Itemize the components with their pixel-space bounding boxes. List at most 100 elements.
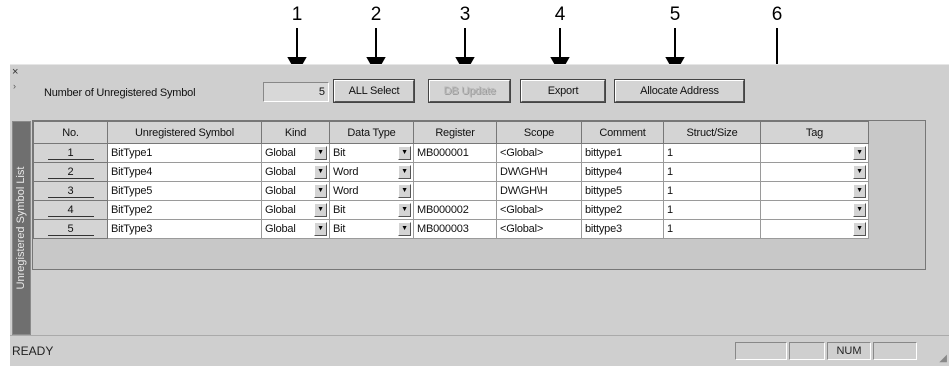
row-filler xyxy=(868,181,925,201)
table-row[interactable]: 4 BitType2 Global ▼ Bit ▼ MB000002 <Global… xyxy=(33,200,925,220)
kind-cell[interactable]: Global ▼ xyxy=(261,143,330,163)
dropdown-arrow-icon[interactable]: ▼ xyxy=(398,184,411,198)
data-type-cell[interactable]: Bit ▼ xyxy=(329,219,414,239)
resize-grip-icon[interactable]: ◢ xyxy=(939,353,947,364)
dropdown-arrow-icon[interactable]: ▼ xyxy=(853,203,866,217)
side-tab-unregistered-symbol-list[interactable]: Unregistered Symbol List xyxy=(12,121,31,335)
register-cell[interactable]: MB000002 xyxy=(413,200,497,220)
struct-size-cell[interactable]: 1 xyxy=(663,162,761,182)
row-filler xyxy=(868,143,925,163)
col-header-scope[interactable]: Scope xyxy=(496,121,582,144)
dropdown-arrow-icon[interactable]: ▼ xyxy=(398,165,411,179)
tag-cell[interactable]: ▼ xyxy=(760,143,869,163)
kind-cell[interactable]: Global ▼ xyxy=(261,162,330,182)
db-update-button: DB Update xyxy=(428,79,511,103)
symbol-cell[interactable]: BitType5 xyxy=(107,181,262,201)
status-pane-1 xyxy=(735,342,787,360)
table-row[interactable]: 2 BitType4 Global ▼ Word ▼ DW\GH\H bittype… xyxy=(33,162,925,182)
row-filler xyxy=(868,162,925,182)
unregistered-symbol-grid: No. Unregistered Symbol Kind Data Type R… xyxy=(32,120,926,270)
col-header-data-type[interactable]: Data Type xyxy=(329,121,414,144)
symbol-cell[interactable]: BitType1 xyxy=(107,143,262,163)
struct-size-cell[interactable]: 1 xyxy=(663,181,761,201)
register-cell[interactable]: MB000001 xyxy=(413,143,497,163)
dropdown-arrow-icon[interactable]: ▼ xyxy=(314,146,327,160)
scope-cell[interactable]: DW\GH\H xyxy=(496,162,582,182)
comment-cell[interactable]: bittype3 xyxy=(581,219,664,239)
col-header-symbol[interactable]: Unregistered Symbol xyxy=(107,121,262,144)
row-number[interactable]: 2 xyxy=(33,162,108,182)
row-filler xyxy=(868,219,925,239)
col-header-kind[interactable]: Kind xyxy=(261,121,330,144)
close-icon[interactable]: × xyxy=(12,67,18,78)
dropdown-arrow-icon[interactable]: ▼ xyxy=(314,165,327,179)
comment-cell[interactable]: bittype5 xyxy=(581,181,664,201)
status-pane-2 xyxy=(789,342,825,360)
status-bar: READY NUM ◢ xyxy=(10,335,949,366)
symbol-list-window: × › Unregistered Symbol List Number of U… xyxy=(10,64,949,366)
dropdown-arrow-icon[interactable]: ▼ xyxy=(853,165,866,179)
comment-cell[interactable]: bittype1 xyxy=(581,143,664,163)
row-number[interactable]: 4 xyxy=(33,200,108,220)
dropdown-arrow-icon[interactable]: ▼ xyxy=(314,184,327,198)
dropdown-arrow-icon[interactable]: ▼ xyxy=(314,222,327,236)
collapse-icon[interactable]: › xyxy=(13,81,16,91)
comment-cell[interactable]: bittype2 xyxy=(581,200,664,220)
unregistered-count-label: Number of Unregistered Symbol xyxy=(44,87,196,99)
dropdown-arrow-icon[interactable]: ▼ xyxy=(398,146,411,160)
tag-cell[interactable]: ▼ xyxy=(760,200,869,220)
data-type-cell[interactable]: Bit ▼ xyxy=(329,143,414,163)
scope-cell[interactable]: DW\GH\H xyxy=(496,181,582,201)
struct-size-cell[interactable]: 1 xyxy=(663,143,761,163)
col-header-struct-size[interactable]: Struct/Size xyxy=(663,121,761,144)
dropdown-arrow-icon[interactable]: ▼ xyxy=(853,184,866,198)
col-header-no[interactable]: No. xyxy=(33,121,108,144)
row-filler xyxy=(868,200,925,220)
all-select-button[interactable]: ALL Select xyxy=(333,79,415,103)
symbol-table: No. Unregistered Symbol Kind Data Type R… xyxy=(33,121,925,239)
col-header-tag[interactable]: Tag xyxy=(760,121,869,144)
export-button[interactable]: Export xyxy=(520,79,606,103)
col-header-empty xyxy=(868,121,925,144)
tag-cell[interactable]: ▼ xyxy=(760,219,869,239)
dropdown-arrow-icon[interactable]: ▼ xyxy=(853,222,866,236)
register-cell[interactable]: MB000003 xyxy=(413,219,497,239)
dropdown-arrow-icon[interactable]: ▼ xyxy=(398,203,411,217)
status-text: READY xyxy=(12,344,54,358)
scope-cell[interactable]: <Global> xyxy=(496,200,582,220)
tag-cell[interactable]: ▼ xyxy=(760,162,869,182)
allocate-address-button[interactable]: Allocate Address xyxy=(614,79,745,103)
comment-cell[interactable]: bittype4 xyxy=(581,162,664,182)
symbol-cell[interactable]: BitType3 xyxy=(107,219,262,239)
status-pane-4 xyxy=(873,342,917,360)
dropdown-arrow-icon[interactable]: ▼ xyxy=(853,146,866,160)
table-row[interactable]: 1 BitType1 Global ▼ Bit ▼ MB000001 <Global… xyxy=(33,143,925,163)
register-cell[interactable] xyxy=(413,181,497,201)
row-number[interactable]: 3 xyxy=(33,181,108,201)
col-header-comment[interactable]: Comment xyxy=(581,121,664,144)
col-header-register[interactable]: Register xyxy=(413,121,497,144)
side-tab-label: Unregistered Symbol List xyxy=(15,166,27,290)
unregistered-count-field: 5 xyxy=(263,82,329,102)
table-row[interactable]: 5 BitType3 Global ▼ Bit ▼ MB000003 <Global… xyxy=(33,219,925,239)
symbol-cell[interactable]: BitType2 xyxy=(107,200,262,220)
table-row[interactable]: 3 BitType5 Global ▼ Word ▼ DW\GH\H bittype… xyxy=(33,181,925,201)
struct-size-cell[interactable]: 1 xyxy=(663,200,761,220)
data-type-cell[interactable]: Word ▼ xyxy=(329,162,414,182)
struct-size-cell[interactable]: 1 xyxy=(663,219,761,239)
data-type-cell[interactable]: Word ▼ xyxy=(329,181,414,201)
scope-cell[interactable]: <Global> xyxy=(496,219,582,239)
kind-cell[interactable]: Global ▼ xyxy=(261,219,330,239)
tag-cell[interactable]: ▼ xyxy=(760,181,869,201)
row-number[interactable]: 5 xyxy=(33,219,108,239)
data-type-cell[interactable]: Bit ▼ xyxy=(329,200,414,220)
row-number[interactable]: 1 xyxy=(33,143,108,163)
kind-cell[interactable]: Global ▼ xyxy=(261,200,330,220)
dropdown-arrow-icon[interactable]: ▼ xyxy=(398,222,411,236)
kind-cell[interactable]: Global ▼ xyxy=(261,181,330,201)
symbol-cell[interactable]: BitType4 xyxy=(107,162,262,182)
register-cell[interactable] xyxy=(413,162,497,182)
dropdown-arrow-icon[interactable]: ▼ xyxy=(314,203,327,217)
header-row: No. Unregistered Symbol Kind Data Type R… xyxy=(33,121,925,144)
scope-cell[interactable]: <Global> xyxy=(496,143,582,163)
